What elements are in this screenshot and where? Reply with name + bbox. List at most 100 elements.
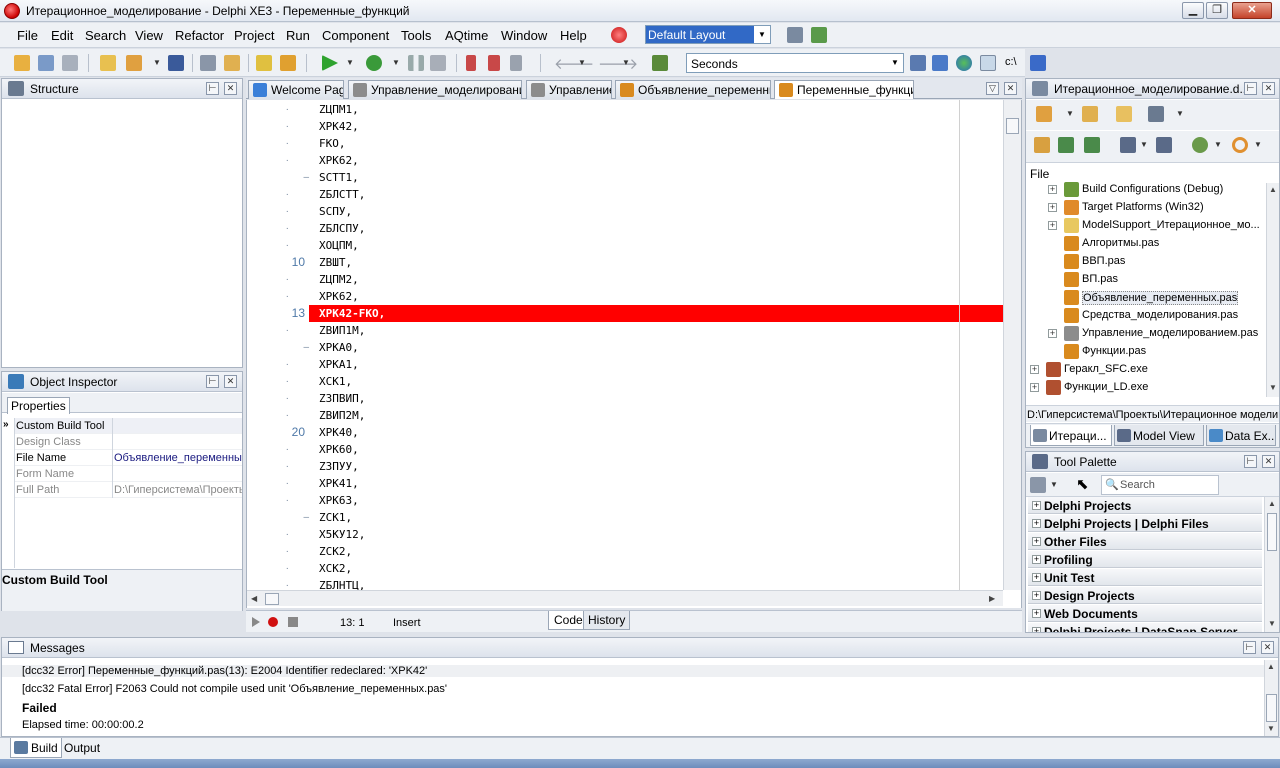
scroll-thumb[interactable] [1006, 118, 1019, 134]
open-folder-icon[interactable] [1116, 106, 1132, 122]
new-target-icon[interactable] [1036, 106, 1052, 122]
close-button[interactable]: ✕ [1232, 2, 1272, 19]
close-panel-icon[interactable]: ✕ [1262, 82, 1275, 95]
expand-category-icon[interactable]: + [1032, 537, 1041, 546]
tab-project[interactable]: Итераци... [1030, 425, 1112, 446]
code-line[interactable]: ZCK1, [319, 509, 352, 526]
code-area[interactable]: ZЦПМ1, XPK42, FKO, XPK62, SCTT1, ZБЛСТТ, SСПУ,… [315, 100, 1005, 592]
code-line[interactable]: ZЦПМ1, [319, 101, 359, 118]
scroll-up-icon[interactable]: ▲ [1268, 499, 1276, 508]
save-icon[interactable] [168, 55, 184, 71]
code-line[interactable]: SСПУ, [319, 203, 352, 220]
minimize-button[interactable]: ▁ [1182, 2, 1204, 19]
forward-icon[interactable]: 🡒 [598, 54, 638, 73]
expand-category-icon[interactable]: + [1032, 501, 1041, 510]
message-line[interactable]: Elapsed time: 00:00:00.2 [22, 719, 144, 731]
message-line[interactable]: [dcc32 Error] Переменные_функций.pas(13)… [2, 665, 1264, 677]
expand-node-icon[interactable]: + [1030, 365, 1039, 374]
tab-welcome-page[interactable]: Welcome Page [248, 80, 344, 99]
platform-dropdown-icon[interactable]: ▼ [1254, 140, 1262, 149]
palette-category[interactable]: + Design Projects [1028, 587, 1262, 604]
add-to-project-icon[interactable] [256, 55, 272, 71]
code-line[interactable]: XPK41, [319, 475, 359, 492]
sort-icon[interactable] [1120, 137, 1136, 153]
run-without-debug-icon[interactable] [366, 55, 382, 71]
menu-window[interactable]: Window [501, 28, 547, 43]
maximize-button[interactable]: ❐ [1206, 2, 1228, 19]
scroll-right-icon[interactable]: ▶ [989, 594, 995, 603]
set-debug-layout-icon[interactable] [811, 27, 827, 43]
pointer-icon[interactable]: ⬉ [1076, 475, 1089, 493]
run-nodebug-dropdown-icon[interactable]: ▼ [392, 58, 400, 67]
pin-icon[interactable]: ⊢ [1244, 455, 1257, 468]
project-tree-node[interactable]: + Target Platforms (Win32) [1026, 199, 1266, 217]
tab-build[interactable]: Build [10, 738, 62, 758]
code-line[interactable]: X5КУ12, [319, 526, 365, 543]
open-project-icon[interactable] [38, 55, 54, 71]
project-tree-node[interactable]: Объявление_переменных.pas [1026, 289, 1266, 307]
step-over-icon[interactable] [488, 55, 500, 71]
tab-model-view[interactable]: Model View [1114, 425, 1204, 446]
expand-category-icon[interactable]: + [1032, 609, 1041, 618]
code-line[interactable]: XPK42, [319, 118, 359, 135]
new-file-icon[interactable] [100, 55, 116, 71]
menu-edit[interactable]: Edit [51, 28, 73, 43]
back-icon[interactable]: 🡐 [554, 54, 594, 73]
run-dropdown-icon[interactable]: ▼ [346, 58, 354, 67]
property-row[interactable]: Full Path D:\Гиперсистема\Проекты [14, 482, 242, 498]
code-line[interactable]: ZБЛСТТ, [319, 186, 365, 203]
code-line[interactable]: XPKA1, [319, 356, 359, 373]
code-line[interactable]: ZВШТ, [319, 254, 352, 271]
stop-macro-icon[interactable] [288, 617, 298, 627]
code-line[interactable]: ZЗПУУ, [319, 458, 359, 475]
palette-category[interactable]: + Other Files [1028, 533, 1262, 550]
scroll-up-icon[interactable]: ▲ [1267, 662, 1275, 671]
menu-tools[interactable]: Tools [401, 28, 431, 43]
palette-category[interactable]: + Web Documents [1028, 605, 1262, 622]
palette-category[interactable]: + Delphi Projects | Delphi Files [1028, 515, 1262, 532]
trace-into-icon[interactable] [466, 55, 476, 71]
scroll-left-icon[interactable]: ◀ [251, 594, 257, 603]
expand-node-icon[interactable]: + [1030, 383, 1039, 392]
save-layout-icon[interactable] [787, 27, 803, 43]
palette-category[interactable]: + Profiling [1028, 551, 1262, 568]
command-prompt-icon[interactable]: c:\ [1005, 56, 1017, 68]
back-dropdown-icon[interactable]: ▼ [578, 58, 586, 67]
expand-category-icon[interactable]: + [1032, 519, 1041, 528]
sync-icon[interactable] [1034, 137, 1050, 153]
help-icon[interactable] [1030, 55, 1046, 71]
menu-project[interactable]: Project [234, 28, 274, 43]
project-tree-node[interactable]: Алгоритмы.pas [1026, 235, 1266, 253]
code-line[interactable]: XPK63, [319, 492, 359, 509]
menu-aqtime[interactable]: AQtime [445, 28, 488, 43]
expand-node-icon[interactable]: + [1048, 185, 1057, 194]
code-line[interactable]: ZCK2, [319, 543, 352, 560]
project-tree-node[interactable]: Функции.pas [1026, 343, 1266, 361]
toggle-form-unit-icon[interactable] [200, 55, 216, 71]
code-line[interactable]: ZЦПМ2, [319, 271, 359, 288]
menu-file[interactable]: File [17, 28, 38, 43]
expand-node-icon[interactable]: + [1048, 203, 1057, 212]
code-line[interactable]: XPK40, [319, 424, 359, 441]
project-tree-node[interactable]: + Функции_LD.exe [1026, 379, 1266, 397]
palette-search-input[interactable]: 🔍 Search [1101, 475, 1219, 495]
expand-icon[interactable] [1058, 137, 1074, 153]
activate-dropdown-icon[interactable]: ▼ [1214, 140, 1222, 149]
project-tree-node[interactable]: + Управление_моделированием.pas [1026, 325, 1266, 343]
tab-upravlenie[interactable]: Управление [526, 80, 612, 99]
code-line[interactable]: SCTT1, [319, 169, 359, 186]
property-row[interactable]: Custom Build Tool [14, 418, 242, 434]
scroll-down-icon[interactable]: ▼ [1269, 383, 1277, 392]
scroll-thumb[interactable] [1266, 694, 1277, 722]
open-dropdown-icon[interactable]: ▼ [153, 58, 161, 67]
categories-dropdown-icon[interactable]: ▼ [1050, 480, 1058, 489]
scroll-thumb[interactable] [265, 593, 279, 605]
pause-icon[interactable] [408, 55, 424, 71]
expand-category-icon[interactable]: + [1032, 555, 1041, 564]
code-line[interactable]: XCK1, [319, 373, 352, 390]
expand-category-icon[interactable]: + [1032, 591, 1041, 600]
new-items-icon[interactable] [14, 55, 30, 71]
close-panel-icon[interactable]: ✕ [1262, 455, 1275, 468]
project-tree-node[interactable]: Средства_моделирования.pas [1026, 307, 1266, 325]
horizontal-scrollbar[interactable]: ◀ ▶ [247, 590, 1003, 606]
